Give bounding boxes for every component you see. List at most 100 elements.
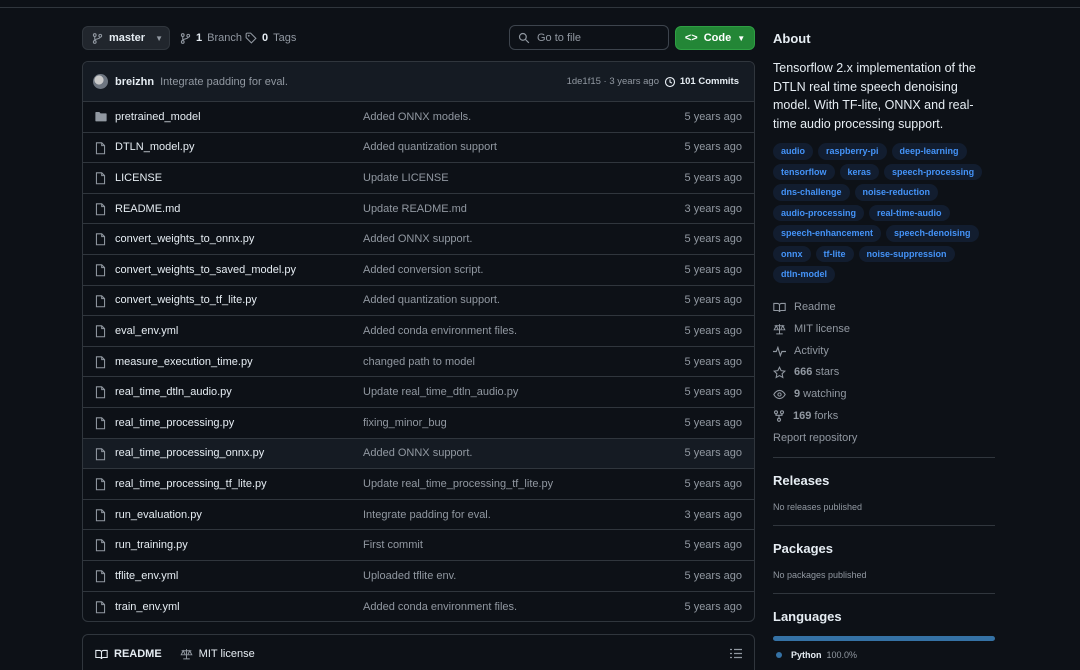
- file-name[interactable]: train_env.yml: [115, 601, 180, 613]
- topic-tag[interactable]: speech-enhancement: [773, 225, 882, 242]
- file-name[interactable]: real_time_processing_tf_lite.py: [115, 478, 267, 490]
- file-commit-message[interactable]: Added conversion script.: [363, 264, 483, 276]
- file-row[interactable]: convert_weights_to_tf_lite.py Added quant…: [83, 286, 754, 317]
- topic-tag[interactable]: noise-suppression: [858, 245, 955, 262]
- file-commit-message[interactable]: Update real_time_processing_tf_lite.py: [363, 478, 553, 490]
- file-name[interactable]: convert_weights_to_onnx.py: [115, 233, 254, 245]
- file-commit-message[interactable]: Added quantization support: [363, 141, 497, 153]
- file-commit-message[interactable]: Added conda environment files.: [363, 325, 517, 337]
- commits-history-link[interactable]: 101 Commits: [664, 76, 739, 88]
- branches-count: 1: [196, 32, 203, 44]
- file-name[interactable]: real_time_processing.py: [115, 417, 234, 429]
- file-commit-message[interactable]: changed path to model: [363, 356, 475, 368]
- go-to-file-input[interactable]: Go to file: [509, 25, 669, 50]
- forks-link[interactable]: 169 forks: [773, 408, 838, 424]
- file-commit-message[interactable]: Update LICENSE: [363, 172, 449, 184]
- tag-icon: [245, 32, 257, 44]
- file-name[interactable]: DTLN_model.py: [115, 141, 194, 153]
- readme-link[interactable]: Readme: [773, 299, 836, 315]
- file-commit-date: 5 years ago: [684, 447, 742, 460]
- file-row[interactable]: DTLN_model.py Added quantization support 5…: [83, 133, 754, 164]
- file-row[interactable]: eval_env.yml Added conda environment file…: [83, 316, 754, 347]
- topic-tag[interactable]: audio-processing: [773, 204, 865, 221]
- file-name[interactable]: real_time_dtln_audio.py: [115, 386, 232, 398]
- commit-author[interactable]: breizhn: [115, 76, 154, 88]
- code-button[interactable]: <> Code ▼: [675, 26, 755, 50]
- eye-icon: [773, 389, 786, 400]
- file-commit-message[interactable]: fixing_minor_bug: [363, 417, 447, 429]
- report-repository-link[interactable]: Report repository: [773, 430, 857, 446]
- license-label: MIT license: [794, 323, 851, 335]
- topic-tag[interactable]: dtln-model: [773, 266, 835, 283]
- topic-tag[interactable]: speech-denoising: [886, 225, 979, 242]
- search-icon: [518, 32, 530, 44]
- file-name[interactable]: pretrained_model: [115, 111, 201, 123]
- list-outline-icon[interactable]: [730, 648, 742, 659]
- file-row[interactable]: convert_weights_to_onnx.py Added ONNX sup…: [83, 224, 754, 255]
- language-item-python[interactable]: Python 100.0%: [773, 650, 857, 660]
- file-commit-message[interactable]: First commit: [363, 539, 423, 551]
- tab-readme[interactable]: README: [95, 648, 162, 660]
- file-row[interactable]: real_time_processing_onnx.py Added ONNX s…: [83, 438, 754, 470]
- topic-tag[interactable]: keras: [839, 163, 880, 180]
- file-row[interactable]: real_time_processing_tf_lite.py Update re…: [83, 469, 754, 500]
- file-row[interactable]: LICENSE Update LICENSE 5 years ago: [83, 163, 754, 194]
- topic-tag[interactable]: tf-lite: [815, 245, 854, 262]
- tags-link[interactable]: 0 Tags: [245, 26, 296, 50]
- topic-tag[interactable]: dns-challenge: [773, 184, 850, 201]
- file-commit-message[interactable]: Added ONNX models.: [363, 111, 471, 123]
- file-row[interactable]: real_time_dtln_audio.py Update real_time_…: [83, 377, 754, 408]
- topic-tag[interactable]: tensorflow: [773, 163, 835, 180]
- file-commit-message[interactable]: Added ONNX support.: [363, 447, 472, 459]
- file-commit-message[interactable]: Added conda environment files.: [363, 601, 517, 613]
- branches-link[interactable]: 1 Branch: [180, 26, 242, 50]
- caret-down-icon: ▼: [155, 33, 163, 43]
- file-name[interactable]: real_time_processing_onnx.py: [115, 447, 264, 459]
- tab-license[interactable]: MIT license: [180, 648, 255, 660]
- file-name[interactable]: README.md: [115, 203, 180, 215]
- file-commit-message[interactable]: Uploaded tflite env.: [363, 570, 456, 582]
- file-name[interactable]: LICENSE: [115, 172, 162, 184]
- license-link[interactable]: MIT license: [773, 321, 850, 337]
- file-row[interactable]: convert_weights_to_saved_model.py Added c…: [83, 255, 754, 286]
- file-row[interactable]: real_time_processing.py fixing_minor_bug 5…: [83, 408, 754, 439]
- file-commit-message[interactable]: Added quantization support.: [363, 294, 500, 306]
- report-label: Report repository: [773, 432, 858, 444]
- book-icon: [773, 302, 786, 313]
- commit-hash-time[interactable]: 1de1f15 · 3 years ago: [567, 76, 659, 87]
- folder-icon: [95, 111, 107, 122]
- file-row[interactable]: train_env.yml Added conda environment fil…: [83, 592, 754, 622]
- file-row[interactable]: measure_execution_time.py changed path to…: [83, 347, 754, 378]
- topic-tag[interactable]: audio: [773, 143, 813, 160]
- file-name[interactable]: convert_weights_to_tf_lite.py: [115, 294, 257, 306]
- topic-tag[interactable]: real-time-audio: [869, 204, 950, 221]
- stars-link[interactable]: 666 stars: [773, 364, 839, 380]
- file-name[interactable]: run_evaluation.py: [115, 509, 202, 521]
- file-name[interactable]: eval_env.yml: [115, 325, 178, 337]
- file-name[interactable]: tflite_env.yml: [115, 570, 178, 582]
- topic-tag[interactable]: deep-learning: [891, 143, 967, 160]
- topic-tag[interactable]: raspberry-pi: [818, 143, 887, 160]
- commit-message[interactable]: Integrate padding for eval.: [160, 76, 288, 88]
- topic-tag[interactable]: noise-reduction: [854, 184, 939, 201]
- file-commit-message[interactable]: Integrate padding for eval.: [363, 509, 491, 521]
- file-name[interactable]: convert_weights_to_saved_model.py: [115, 264, 296, 276]
- file-name[interactable]: run_training.py: [115, 539, 188, 551]
- topic-tag[interactable]: onnx: [773, 245, 811, 262]
- packages-heading[interactable]: Packages: [773, 541, 833, 556]
- author-avatar[interactable]: [93, 74, 108, 89]
- activity-link[interactable]: Activity: [773, 343, 829, 359]
- file-commit-message[interactable]: Update README.md: [363, 203, 467, 215]
- branch-selector-button[interactable]: master ▼: [82, 26, 170, 50]
- releases-heading[interactable]: Releases: [773, 473, 829, 488]
- file-commit-message[interactable]: Update real_time_dtln_audio.py: [363, 386, 518, 398]
- file-row[interactable]: run_training.py First commit 5 years ago: [83, 530, 754, 561]
- file-row[interactable]: tflite_env.yml Uploaded tflite env. 5 year…: [83, 561, 754, 592]
- file-row[interactable]: pretrained_model Added ONNX models. 5 year…: [83, 102, 754, 133]
- watchers-link[interactable]: 9 watching: [773, 386, 847, 402]
- file-commit-message[interactable]: Added ONNX support.: [363, 233, 472, 245]
- file-name[interactable]: measure_execution_time.py: [115, 356, 253, 368]
- topic-tag[interactable]: speech-processing: [884, 163, 983, 180]
- file-row[interactable]: run_evaluation.py Integrate padding for e…: [83, 500, 754, 531]
- file-row[interactable]: README.md Update README.md 3 years ago: [83, 194, 754, 225]
